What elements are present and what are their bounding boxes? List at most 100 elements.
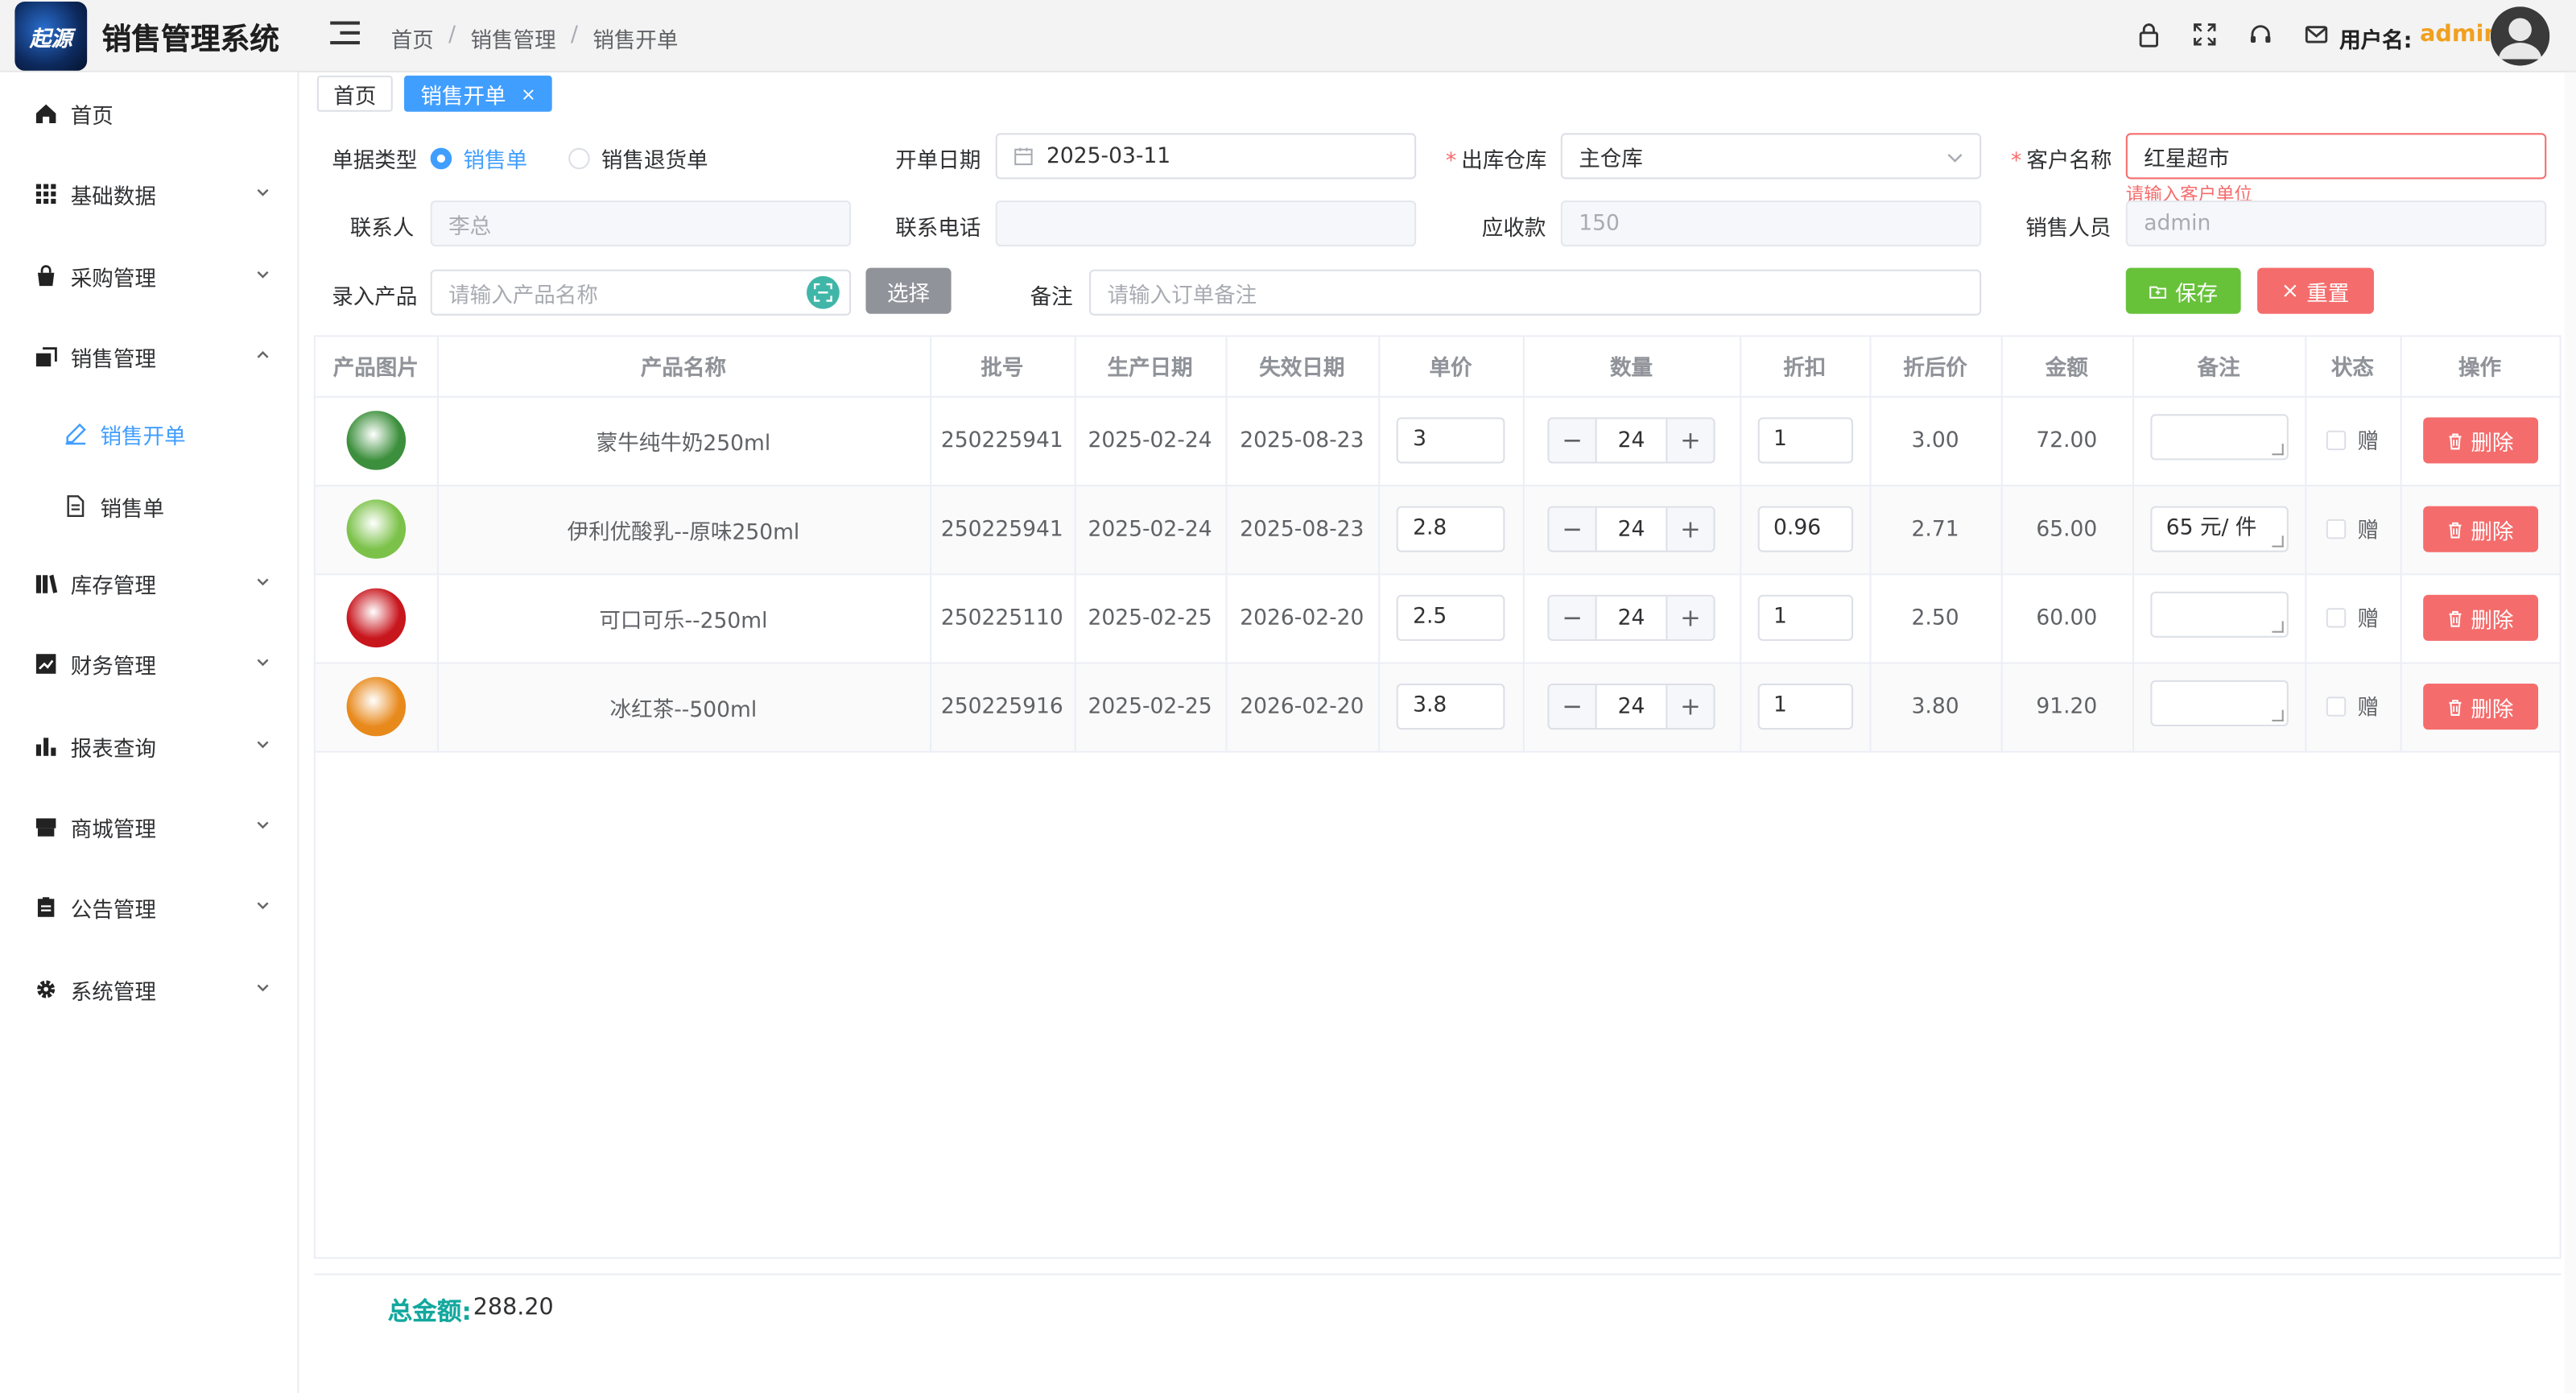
grid-icon <box>35 183 58 206</box>
sidebar-item-inventory[interactable]: 库存管理 <box>0 559 299 608</box>
sidebar-subitem-sales-orders[interactable]: 销售单 <box>0 482 299 531</box>
close-icon[interactable]: × <box>521 83 536 105</box>
qty-value[interactable]: 24 <box>1595 507 1668 551</box>
action-cell: 删除 <box>2400 662 2561 752</box>
discount-input[interactable]: 1 <box>1757 683 1853 730</box>
qty-increase-button[interactable]: + <box>1667 685 1714 729</box>
doc-type-label: 单据类型 <box>332 149 418 175</box>
sidebar-item-finance[interactable]: 财务管理 <box>0 639 299 688</box>
sidebar-item-basic-data[interactable]: 基础数据 <box>0 169 299 218</box>
delete-button[interactable]: 删除 <box>2422 683 2538 730</box>
amount: 65.00 <box>2000 485 2133 575</box>
remark-textarea[interactable] <box>2149 414 2288 461</box>
warehouse-label: * 出库仓库 <box>1445 149 1547 175</box>
sidebar-item-notices[interactable]: 公告管理 <box>0 883 299 932</box>
discount-cell: 1 <box>1740 395 1871 486</box>
page-scrollbar[interactable] <box>2564 72 2576 1393</box>
qty-cell: −24 + <box>1522 573 1741 663</box>
remark-textarea[interactable]: 65 元/ 件 <box>2149 506 2288 552</box>
radio-sales-order[interactable]: 销售单 <box>430 143 527 174</box>
qty-value[interactable]: 24 <box>1595 419 1668 462</box>
fullscreen-icon[interactable] <box>2191 22 2218 48</box>
order-date-picker[interactable]: 2025-03-11 <box>995 133 1417 180</box>
save-button[interactable]: 保存 <box>2125 267 2241 314</box>
checkbox-box[interactable] <box>2326 607 2347 628</box>
qty-decrease-button[interactable]: − <box>1549 419 1596 462</box>
mail-icon[interactable] <box>2303 22 2330 48</box>
customer-input[interactable]: 红星超市 <box>2125 133 2547 180</box>
choose-product-button[interactable]: 选择 <box>865 267 952 314</box>
breadcrumb-sales[interactable]: 销售管理 <box>470 23 555 55</box>
lock-icon[interactable] <box>2136 22 2162 48</box>
warehouse-select[interactable]: 主仓库 <box>1560 133 1982 180</box>
delete-button[interactable]: 删除 <box>2422 417 2538 464</box>
gift-checkbox[interactable]: 赠 <box>2326 601 2379 633</box>
checkbox-box[interactable] <box>2326 519 2347 539</box>
checkbox-box[interactable] <box>2326 430 2347 450</box>
qty-decrease-button[interactable]: − <box>1549 685 1596 729</box>
gift-checkbox[interactable]: 赠 <box>2326 513 2379 544</box>
headset-icon[interactable] <box>2248 22 2274 48</box>
reset-button[interactable]: 重置 <box>2257 267 2374 314</box>
quantity-stepper[interactable]: −24 + <box>1547 683 1715 730</box>
delete-button[interactable]: 删除 <box>2422 594 2538 641</box>
edit-icon <box>64 422 88 445</box>
tab-home[interactable]: 首页 <box>316 75 393 112</box>
discount-input[interactable]: 1 <box>1757 594 1853 641</box>
tab-sales-order-create[interactable]: 销售开单 × <box>404 75 553 112</box>
discount-input[interactable]: 1 <box>1757 417 1853 464</box>
discounted-price: 3.00 <box>1869 395 2002 486</box>
chevron-down-icon <box>257 271 269 279</box>
action-cell: 删除 <box>2400 485 2561 575</box>
product-entry-label: 录入产品 <box>332 286 418 311</box>
scan-icon[interactable] <box>807 275 840 309</box>
checkbox-box[interactable] <box>2326 696 2347 717</box>
qty-decrease-button[interactable]: − <box>1549 507 1596 551</box>
col-header-status: 状态 <box>2305 337 2401 397</box>
qty-increase-button[interactable]: + <box>1667 596 1714 639</box>
sidebar: 首页 基础数据 采购管理 销售管理 销售开单 销售单 库存管理 财务管理 报表查… <box>0 72 299 1393</box>
batch-number: 250225110 <box>930 573 1075 663</box>
quantity-stepper[interactable]: −24 + <box>1547 506 1715 552</box>
price-input[interactable]: 3.8 <box>1396 683 1505 730</box>
remark-textarea[interactable] <box>2149 591 2288 638</box>
menu-toggle-icon[interactable] <box>330 21 360 52</box>
trash-icon <box>2449 432 2462 449</box>
discount-input[interactable]: 0.96 <box>1757 506 1853 552</box>
price-input[interactable]: 2.8 <box>1396 506 1505 552</box>
gift-checkbox[interactable]: 赠 <box>2326 691 2379 721</box>
qty-increase-button[interactable]: + <box>1667 419 1714 462</box>
product-name: 冰红茶--500ml <box>436 662 931 752</box>
order-remark-label: 备注 <box>1030 286 1073 311</box>
user-name[interactable]: admin <box>2420 22 2500 48</box>
sidebar-item-sales[interactable]: 销售管理 <box>0 332 299 381</box>
salesperson-field: admin <box>2125 200 2547 247</box>
sidebar-item-reports[interactable]: 报表查询 <box>0 721 299 771</box>
quantity-stepper[interactable]: −24 + <box>1547 417 1715 464</box>
qty-value[interactable]: 24 <box>1595 596 1668 639</box>
avatar[interactable] <box>2490 6 2550 66</box>
col-header-batch: 批号 <box>930 337 1075 397</box>
quantity-stepper[interactable]: −24 + <box>1547 594 1715 641</box>
order-remark-input[interactable]: 请输入订单备注 <box>1089 269 1982 316</box>
sidebar-item-home[interactable]: 首页 <box>0 89 299 138</box>
price-input[interactable]: 2.5 <box>1396 594 1505 641</box>
breadcrumb-home[interactable]: 首页 <box>391 23 434 55</box>
qty-increase-button[interactable]: + <box>1667 507 1714 551</box>
sidebar-item-mall[interactable]: 商城管理 <box>0 802 299 851</box>
qty-decrease-button[interactable]: − <box>1549 596 1596 639</box>
sidebar-item-system[interactable]: 系统管理 <box>0 965 299 1014</box>
gift-checkbox[interactable]: 赠 <box>2326 424 2379 456</box>
sidebar-item-purchase[interactable]: 采购管理 <box>0 251 299 300</box>
phone-field <box>995 200 1417 247</box>
price-input[interactable]: 3 <box>1396 417 1505 464</box>
sidebar-item-label: 系统管理 <box>70 980 156 1005</box>
remark-textarea[interactable] <box>2149 680 2288 727</box>
chart-icon <box>35 652 58 676</box>
product-search-input[interactable]: 请输入产品名称 <box>430 269 852 316</box>
product-image-cell <box>315 573 438 663</box>
radio-sales-return[interactable]: 销售退货单 <box>568 143 708 174</box>
qty-value[interactable]: 24 <box>1595 685 1668 729</box>
delete-button[interactable]: 删除 <box>2422 506 2538 552</box>
sidebar-subitem-sales-order-create[interactable]: 销售开单 <box>0 409 299 458</box>
